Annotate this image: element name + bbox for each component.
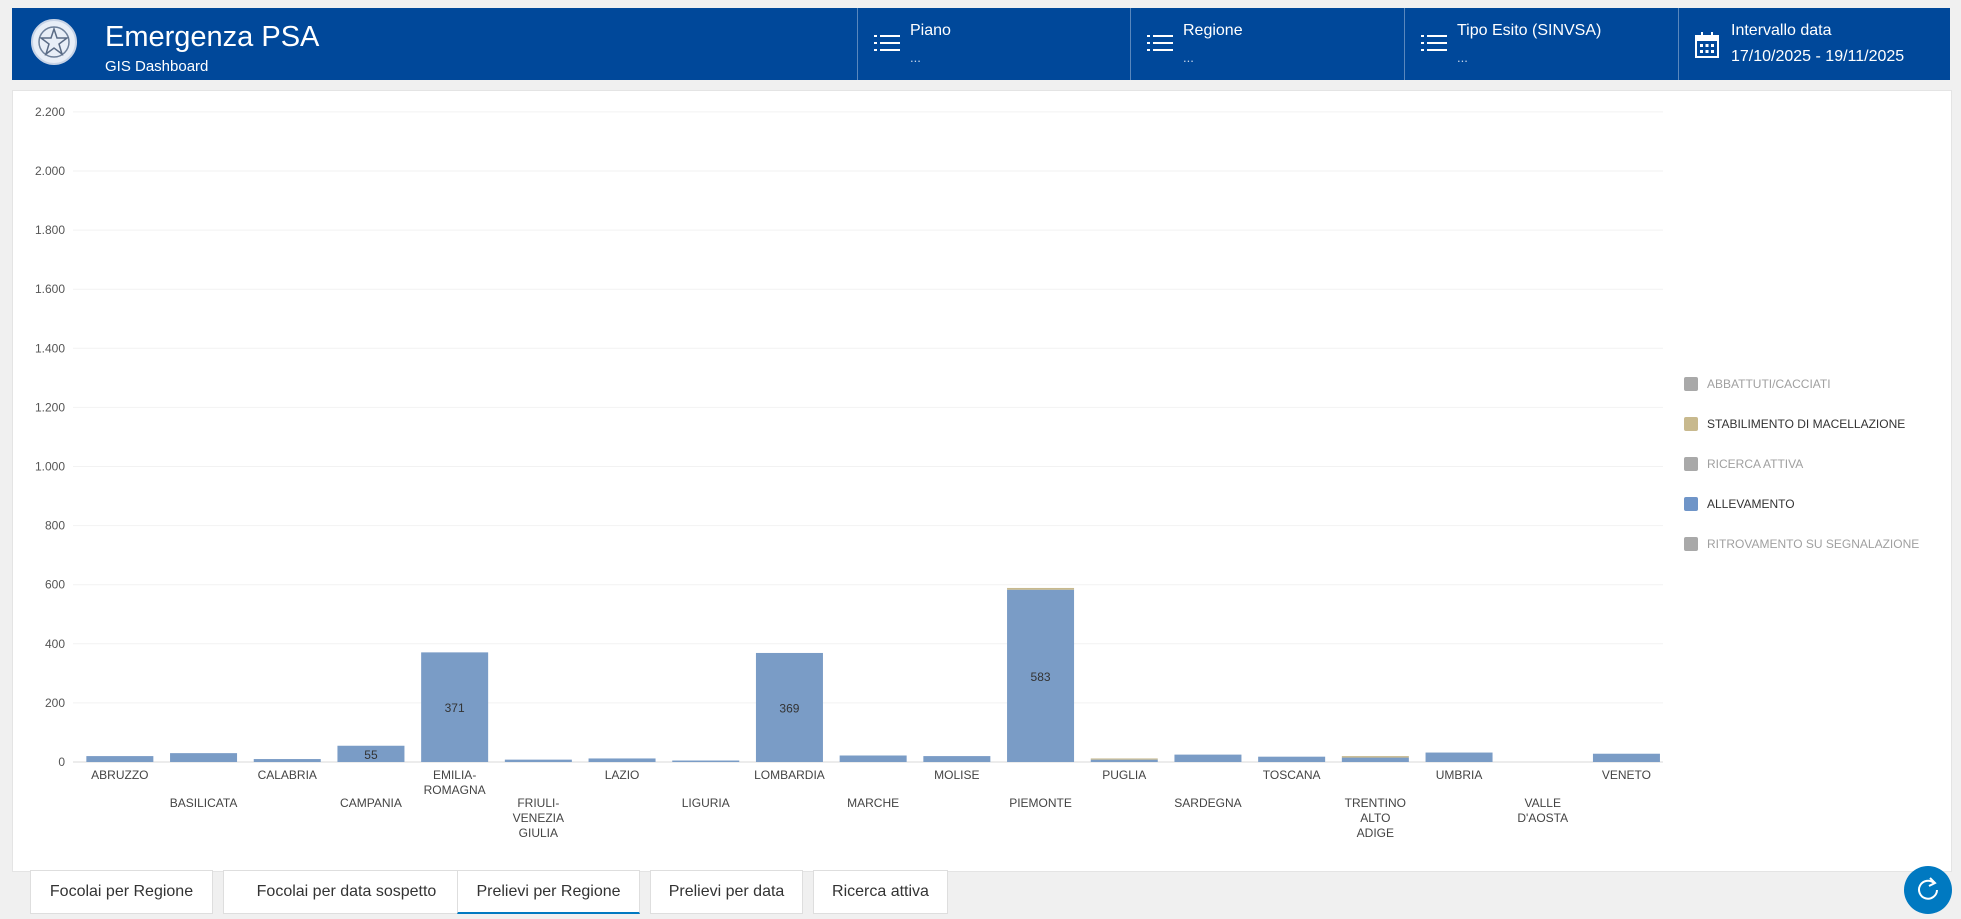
filter-label: Intervallo data [1731,22,1832,39]
filter-value: 17/10/2025 - 19/11/2025 [1731,48,1905,65]
stacked-bar-chart: 0 200 400 600 800 1.000 1.200 1.400 1.600 1.800 2.… [35,105,1919,840]
bar-stabilimento-di-macellazione-piemonte [1007,587,1075,590]
x-tick-label: LAZIO [605,768,640,782]
y-tick-label: 800 [45,519,65,533]
y-tick-label: 1.400 [35,341,65,355]
calendar-icon [1695,32,1719,58]
x-tick-label: PUGLIA [1102,768,1146,782]
bar-allevamento-puglia [1090,759,1158,762]
x-tick-label: VALLE [1525,796,1561,810]
y-tick-label: 600 [45,578,65,592]
x-tick-label: ROMAGNA [424,783,486,797]
bar-allevamento-liguria [672,760,740,762]
x-tick-label: VENETO [1602,768,1651,782]
filter-label: Regione [1183,22,1243,39]
y-tick-label: 1.200 [35,400,65,414]
x-tick-label: CAMPANIA [340,796,402,810]
legend-swatch [1684,457,1698,471]
bar-allevamento-lazio [588,758,656,762]
filter-piano[interactable]: Piano ... [857,8,1131,80]
x-tick-label: SARDEGNA [1174,796,1241,810]
y-tick-label: 1.000 [35,460,65,474]
bar-stabilimento-di-macellazione-trentino-alto-adige [1341,756,1409,758]
x-tick-label: MARCHE [847,796,899,810]
tab-prelievi-per-data[interactable]: Prelievi per data [650,870,803,914]
x-tick-label: GIULIA [519,826,558,840]
bar-allevamento-sardegna [1174,754,1242,762]
legend-swatch [1684,377,1698,391]
x-tick-label: VENEZIA [513,811,564,825]
filter-label: Tipo Esito (SINVSA) [1457,22,1602,39]
legend-label: ABBATTUTI/CACCIATI [1707,377,1831,391]
x-tick-label: ADIGE [1357,826,1394,840]
data-label: 583 [1031,670,1051,684]
x-tick-label: ALTO [1360,811,1390,825]
y-tick-label: 2.200 [35,105,65,119]
filter-tipo-esito[interactable]: Tipo Esito (SINVSA) ... [1404,8,1679,80]
emblem-icon [31,19,77,65]
data-label: 369 [779,701,799,715]
chart-panel: 0 200 400 600 800 1.000 1.200 1.400 1.600 1.800 2.… [12,90,1952,872]
x-tick-label: FRIULI- [517,796,559,810]
filter-label: Piano [910,22,951,39]
filter-date-range[interactable]: Intervallo data 17/10/2025 - 19/11/2025 [1678,8,1951,80]
x-tick-label: ABRUZZO [91,768,148,782]
x-tick-label: TRENTINO [1345,796,1406,810]
filter-regione[interactable]: Regione ... [1130,8,1405,80]
filter-value: ... [1183,50,1194,65]
bar-stabilimento-di-macellazione-puglia [1090,758,1158,760]
legend-label: RICERCA ATTIVA [1707,457,1803,471]
bar-allevamento-basilicata [170,753,238,762]
y-tick-label: 2.000 [35,164,65,178]
bar-allevamento-marche [839,755,907,762]
bar-allevamento-toscana [1258,756,1326,762]
legend-label: RITROVAMENTO SU SEGNALAZIONE [1707,537,1919,551]
bar-allevamento-friuli-venezia-giulia [504,759,572,762]
app-title: Emergenza PSA [105,21,320,53]
filter-value: ... [1457,50,1468,65]
y-tick-label: 200 [45,696,65,710]
legend-label: ALLEVAMENTO [1707,497,1795,511]
bar-allevamento-trentino-alto-adige [1341,757,1409,762]
x-tick-label: UMBRIA [1436,768,1483,782]
data-label: 55 [364,748,378,762]
y-tick-label: 0 [58,755,65,769]
legend-label: STABILIMENTO DI MACELLAZIONE [1707,417,1905,431]
bar-allevamento-molise [923,756,991,762]
x-tick-label: CALABRIA [258,768,317,782]
filter-value: ... [910,50,921,65]
x-tick-label: MOLISE [934,768,979,782]
dashboard-header: Emergenza PSA GIS Dashboard Piano ... Re… [12,8,1950,80]
refresh-button[interactable] [1904,866,1952,914]
x-tick-label: TOSCANA [1263,768,1321,782]
list-icon [874,35,900,51]
bar-allevamento-abruzzo [86,756,154,762]
legend-swatch [1684,537,1698,551]
tab-focolai-per-data-sospetto[interactable]: Focolai per data sospetto [223,870,470,914]
data-label: 371 [445,701,465,715]
legend-swatch [1684,497,1698,511]
list-icon [1421,35,1447,51]
x-tick-label: EMILIA- [433,768,476,782]
y-tick-label: 1.600 [35,282,65,296]
legend-swatch [1684,417,1698,431]
x-tick-label: BASILICATA [170,796,238,810]
tab-ricerca-attiva[interactable]: Ricerca attiva [813,870,948,914]
tab-prelievi-per-regione[interactable]: Prelievi per Regione [457,870,640,914]
bar-allevamento-veneto [1592,753,1660,762]
tab-focolai-per-regione[interactable]: Focolai per Regione [30,870,213,914]
y-tick-label: 1.800 [35,223,65,237]
x-tick-label: LOMBARDIA [754,768,825,782]
bar-allevamento-calabria [253,759,321,762]
app-subtitle: GIS Dashboard [105,58,209,75]
x-tick-label: LIGURIA [682,796,730,810]
y-tick-label: 400 [45,637,65,651]
refresh-icon [1918,877,1938,900]
x-tick-label: PIEMONTE [1009,796,1072,810]
bar-allevamento-umbria [1425,752,1493,762]
x-tick-label: D'AOSTA [1517,811,1568,825]
list-icon [1147,35,1173,51]
